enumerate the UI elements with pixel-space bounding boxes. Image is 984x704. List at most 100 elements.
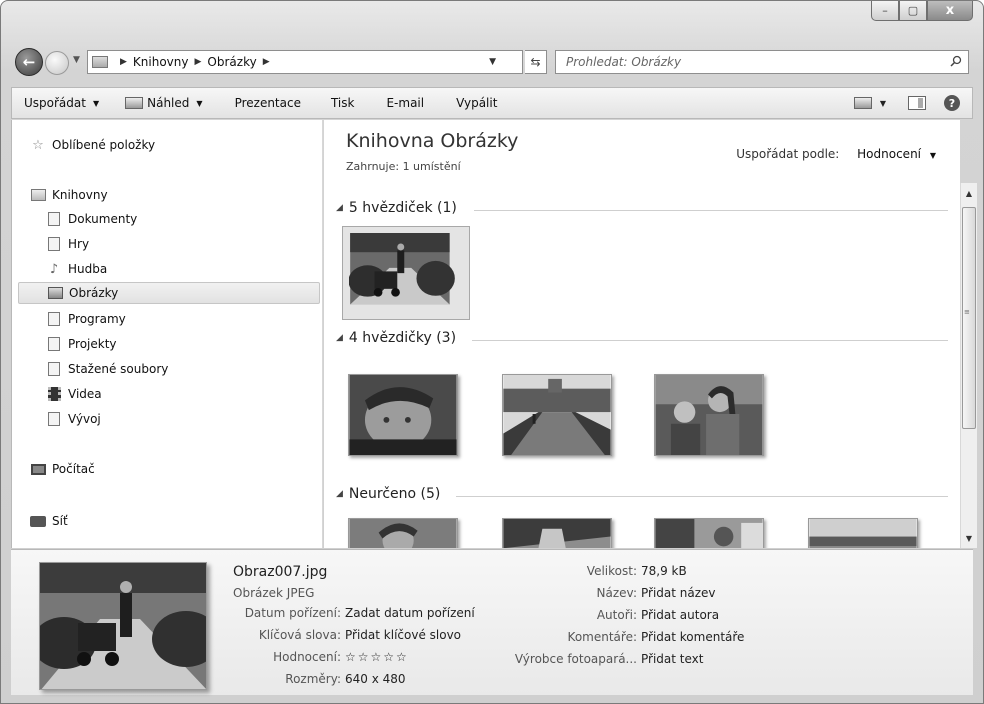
property-value[interactable]: Přidat autora [641, 608, 719, 622]
collapse-triangle-icon[interactable]: ◢ [336, 203, 343, 213]
sidebar-item-label: Oblíbené položky [52, 138, 156, 152]
breadcrumb-chevron-icon[interactable]: ▶ [263, 57, 270, 67]
forward-button[interactable] [45, 51, 69, 75]
sidebar-item-label: Stažené soubory [68, 362, 169, 376]
photo-thumbnail[interactable] [502, 518, 612, 548]
photo-mother-and-child [655, 375, 763, 455]
film-icon [46, 387, 62, 401]
print-button[interactable]: Tisk [313, 96, 367, 110]
sidebar-item-label: Hudba [68, 262, 108, 276]
collapse-triangle-icon[interactable]: ◢ [336, 489, 343, 499]
group-divider [474, 210, 948, 211]
preview-pane-toggle-icon[interactable] [908, 96, 926, 110]
sidebar-item-programs[interactable]: Programy [46, 308, 126, 330]
preview-icon [125, 97, 144, 109]
refresh-button[interactable]: ⇆ [525, 50, 547, 74]
photo-garden-path [503, 519, 611, 548]
sidebar-item-network[interactable]: Síť [30, 510, 68, 532]
sidebar-item-libraries[interactable]: Knihovny [30, 184, 108, 206]
property-value[interactable]: Přidat název [641, 586, 716, 600]
sidebar-item-downloads[interactable]: Stažené soubory [46, 358, 168, 380]
search-input[interactable] [566, 55, 946, 69]
property-label: Velikost: [586, 564, 637, 578]
group-label: Neurčeno (5) [348, 486, 441, 502]
sidebar-item-games[interactable]: Hry [46, 233, 89, 255]
chevron-down-icon[interactable]: ▼ [880, 99, 886, 108]
breadcrumb-pictures[interactable]: Obrázky [207, 55, 256, 69]
selected-photo-preview [39, 562, 207, 690]
details-pane: Obraz007.jpg Obrázek JPEG Datum pořízení… [11, 549, 973, 695]
scroll-up-arrow-icon[interactable]: ▲ [961, 185, 977, 201]
photo-thumbnail[interactable] [342, 226, 470, 320]
sidebar-item-development[interactable]: Vývoj [46, 408, 101, 430]
maximize-button[interactable]: ▢ [899, 1, 927, 21]
selected-file-name: Obraz007.jpg [233, 564, 328, 580]
organize-button[interactable]: Uspořádat ▼ [12, 96, 111, 110]
search-box[interactable] [555, 50, 969, 74]
preview-button[interactable]: Náhled ▼ [111, 96, 214, 110]
sidebar-item-label: Obrázky [69, 286, 119, 300]
help-icon[interactable]: ? [944, 95, 960, 111]
breadcrumb-chevron-icon[interactable]: ▶ [120, 57, 127, 67]
property-label: Komentáře: [567, 630, 637, 644]
minimize-button[interactable]: – [871, 1, 899, 21]
sidebar-item-label: Vývoj [68, 412, 101, 426]
sidebar-item-documents[interactable]: Dokumenty [46, 208, 137, 230]
address-history-dropdown-icon[interactable]: ▼ [489, 57, 496, 67]
music-note-icon: ♪ [49, 261, 59, 277]
property-label: Název: [596, 586, 638, 600]
collapse-triangle-icon[interactable]: ◢ [336, 333, 343, 343]
sidebar-item-label: Knihovny [52, 188, 108, 202]
computer-icon [30, 462, 46, 476]
property-label: Klíčová slova: [258, 628, 341, 642]
sidebar-item-music[interactable]: ♪ Hudba [46, 258, 107, 280]
locations-prefix: Zahrnuje: [346, 160, 400, 173]
sidebar-item-pictures[interactable]: Obrázky [18, 282, 320, 304]
breadcrumb-libraries[interactable]: Knihovny [133, 55, 189, 69]
chevron-down-icon: ▼ [929, 151, 936, 160]
burn-button[interactable]: Vypálit [436, 96, 509, 110]
sidebar-item-projects[interactable]: Projekty [46, 333, 117, 355]
back-button[interactable]: ← [15, 48, 43, 76]
photo-baby-sleeping [349, 375, 457, 455]
photo-thumbnail[interactable] [348, 374, 458, 456]
sidebar-item-computer[interactable]: Počítač [30, 458, 95, 480]
search-icon[interactable] [950, 55, 962, 67]
rating-stars-icon[interactable]: ☆☆☆☆☆ [345, 650, 409, 664]
sidebar-item-label: Videa [68, 387, 102, 401]
group-label: 5 hvězdiček (1) [348, 200, 457, 216]
breadcrumb-chevron-icon[interactable]: ▶ [195, 57, 202, 67]
star-icon: ☆ [32, 137, 44, 153]
property-label: Autoři: [596, 608, 637, 622]
group-header-4-stars[interactable]: ◢ 4 hvězdičky (3) [336, 330, 456, 346]
email-button[interactable]: E-mail [366, 96, 436, 110]
toolbar-right-group: ▼ ? [853, 95, 972, 111]
address-bar[interactable]: ▶ Knihovny ▶ Obrázky ▶ ▼ [87, 50, 523, 74]
property-label: Datum pořízení: [244, 606, 341, 620]
photo-thumbnail[interactable] [654, 518, 764, 548]
close-button[interactable]: x [927, 1, 973, 21]
property-value[interactable]: Přidat komentáře [641, 630, 744, 644]
photo-thumbnail[interactable] [348, 518, 458, 548]
scrollbar-thumb[interactable] [962, 207, 976, 429]
sidebar-item-videos[interactable]: Videa [46, 383, 102, 405]
recent-pages-dropdown[interactable]: ▼ [73, 55, 80, 65]
sidebar-item-favorites[interactable]: ☆ Oblíbené položky [30, 134, 155, 156]
group-label: 4 hvězdičky (3) [348, 330, 457, 346]
sort-dropdown[interactable]: Hodnocení ▼ [857, 147, 936, 161]
property-value[interactable]: Zadat datum pořízení [345, 606, 475, 620]
photo-thumbnail[interactable] [808, 518, 918, 548]
photo-landscape [809, 519, 917, 548]
slideshow-button[interactable]: Prezentace [215, 96, 313, 110]
property-value[interactable]: Přidat klíčové slovo [345, 628, 461, 642]
group-header-unrated[interactable]: ◢ Neurčeno (5) [336, 486, 440, 502]
chevron-down-icon: ▼ [196, 98, 203, 108]
vertical-scrollbar[interactable]: ▲ ≡ ▼ [960, 183, 977, 548]
group-header-5-stars[interactable]: ◢ 5 hvězdiček (1) [336, 200, 457, 216]
photo-thumbnail[interactable] [502, 374, 612, 456]
photo-thumbnail[interactable] [654, 374, 764, 456]
property-value[interactable]: Přidat text [641, 652, 703, 666]
view-options-icon[interactable] [853, 97, 872, 109]
locations-link[interactable]: 1 umístění [403, 160, 461, 173]
scroll-down-arrow-icon[interactable]: ▼ [961, 530, 977, 546]
